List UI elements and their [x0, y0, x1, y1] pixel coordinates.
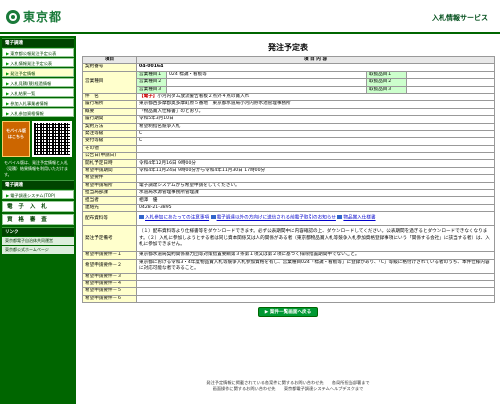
- mobile-sub: はこちら: [8, 134, 24, 139]
- detail-table: 項目 項 目 内 容 契約番号 04-00164 営業種目 営業種目１ 024 …: [82, 55, 495, 304]
- bullet-icon: ▶: [6, 71, 10, 76]
- sidebar: 電子調達 ▶東京都公報発注予定公表 ▶入札情報発注予定公表 ▶発注予定情報 ▶入…: [0, 36, 76, 404]
- table-row: 履行期間 令和5年3月10日: [82, 115, 495, 124]
- table-row: 件 名 【電子】小河内ダム放流警告看板２点外４点の賞入れ: [82, 92, 495, 102]
- link-e-gov[interactable]: 東京都電子自治体共同運営: [2, 237, 74, 245]
- sidebar-item-gazette[interactable]: ▶東京都公報発注予定公表: [2, 48, 74, 57]
- footer: 発注予定情報に掲載されている各案件に関するお問い合わせ先 各局所担当部署まで 画…: [80, 380, 496, 392]
- e-bid-button[interactable]: 電 子 入 札: [2, 201, 74, 212]
- table-row: 発注予定備考 （１）配布資料等より仕様書等をダウンロードできます。必ず公表期間中…: [82, 225, 495, 253]
- page-header: 東京都 入札情報サービス: [0, 0, 500, 34]
- tokyo-emblem-icon: [6, 9, 20, 24]
- sidebar-item-bid-results[interactable]: ▶入札結果一覧: [2, 88, 74, 97]
- table-row: 営業種目 営業種目１ 024 標識・看板等 取扱品目１: [82, 70, 495, 94]
- table-row: 希望申請要件－１ 東京都水道局契約関係暴力団等対策措置要綱第３条第１項又は第２項…: [82, 251, 495, 260]
- bullet-icon: ▶: [6, 101, 10, 106]
- table-row: 担当局部課 水道局水源管理事務所管理課: [82, 189, 495, 198]
- attachment-icon: [337, 215, 343, 220]
- mobile-version-button[interactable]: モバイル版 はこちら: [2, 121, 30, 157]
- attachment-icon: [139, 215, 144, 220]
- table-row: 希望申請要件－６: [82, 294, 495, 304]
- sidebar-item-bid-progress[interactable]: ▶入札見積(競)経過情報: [2, 78, 74, 87]
- doc-link-electronic[interactable]: 電子調達以外の方向けに送信される前電子取引のお知らせ: [217, 216, 336, 221]
- bullet-icon: ▶: [6, 111, 10, 116]
- table-row: 公告日(申請日): [82, 152, 495, 161]
- mobile-note: モバイル版は、発注予定情報と入札（見積）結果情報を利用いただけます。: [4, 160, 68, 177]
- mobile-box: モバイル版 はこちら: [2, 121, 74, 157]
- bullet-icon: ▶: [6, 51, 10, 56]
- sidebar-item-participants[interactable]: ▶参加入札事業者情報: [2, 98, 74, 107]
- footer-line-2: 画面操作に関するお問い合わせ先 東京都電子調達システムヘルプデスクまで: [212, 386, 364, 391]
- main-content: 発注予定表 項目 項 目 内 容 契約番号 04-00164 営業種目 営業種目…: [80, 36, 496, 404]
- doc-link-spec[interactable]: 物品賞入仕様書: [343, 216, 375, 221]
- service-title: 入札情報サービス: [432, 14, 488, 22]
- table-row: 希望申請要件－２ 東京都における令和3・4年度物品賞入札等競争入札参加資格を有し…: [82, 258, 495, 274]
- sidebar-section-links: リンク: [2, 227, 74, 236]
- header-content: 項 目 内 容: [136, 55, 495, 65]
- page-title: 発注予定表: [268, 43, 308, 52]
- doc-link-notice[interactable]: 入札参加にあたっての注意事項: [145, 216, 209, 221]
- back-to-list-button[interactable]: ▶ 案件一覧画面へ戻る: [258, 307, 318, 318]
- table-row: 営業種目２ 取扱品目２: [83, 78, 495, 87]
- table-row: 連絡先 0428-21-3895: [82, 203, 495, 213]
- header-item: 項目: [82, 55, 137, 65]
- link-tokyo-official[interactable]: 東京都公式ホームページ: [2, 246, 74, 254]
- table-row: 契約方法 希望制指名競争入札: [82, 122, 495, 131]
- table-row: 契約番号 04-00164: [82, 63, 495, 72]
- sidebar-section-procurement: 電子調達: [2, 38, 74, 47]
- table-row: 担当者 相澤 優: [82, 196, 495, 205]
- back-button-label: 案件一覧画面へ戻る: [269, 310, 312, 316]
- table-row: 希望申請要件－３: [82, 272, 495, 282]
- table-row: 希望申請要件－５: [82, 287, 495, 296]
- table-row: 発注等級 C: [82, 129, 495, 139]
- table-row: 履行場所 東京都西多摩郡奥多摩町原５番地 東京都水道局小河内貯水池管理事務所: [82, 100, 495, 109]
- table-header-row: 項目 項 目 内 容: [82, 55, 495, 65]
- table-row: 希望申請場所 電子調達システムから希望申請をしてください。: [82, 181, 495, 191]
- bullet-icon: ▶: [6, 193, 10, 198]
- attachment-icon: [210, 215, 216, 220]
- bullet-icon: ▶: [6, 81, 10, 86]
- bullet-icon: ▶: [6, 61, 10, 66]
- sidebar-section-procurement-2: 電子調達: [2, 180, 74, 189]
- table-row: その他: [82, 144, 495, 154]
- table-row: 営業種目３ 取扱品目３: [83, 85, 495, 94]
- sidebar-item-announcement[interactable]: ▶入札情報発注予定公表: [2, 58, 74, 67]
- qualification-button[interactable]: 資 格 審 査: [2, 214, 74, 225]
- electronic-tag: 【電子】: [139, 94, 158, 100]
- table-row: 受付等級 C: [82, 137, 495, 146]
- table-row: 開札予定日時 令和4年12月16日 9時00分: [82, 159, 495, 168]
- arrow-right-icon: ▶: [264, 310, 269, 316]
- sidebar-item-qualification[interactable]: ▶入札参加資格情報: [2, 108, 74, 117]
- table-row: 希望申請期間 令和4年11月24日 9時00分から令和4年11月30日 17時0…: [82, 166, 495, 176]
- qr-code-icon: [32, 121, 72, 157]
- table-row: 配布資料等 入札参加にあたっての注意事項 電子調達以外の方向けに送信される前電子…: [82, 211, 495, 227]
- table-row: 概要 「物品賞入仕様書」のとおり。: [82, 107, 495, 117]
- bullet-icon: ▶: [6, 91, 10, 96]
- logo-text: 東京都: [23, 10, 63, 24]
- tokyo-logo[interactable]: 東京都: [6, 8, 62, 25]
- sidebar-item-order-plan[interactable]: ▶発注予定情報: [2, 68, 74, 77]
- table-row: 希望要件: [82, 174, 495, 183]
- sidebar-item-system-top[interactable]: ▶電子調達システム(TOP): [2, 190, 74, 199]
- table-row: 希望申請要件－４: [82, 279, 495, 289]
